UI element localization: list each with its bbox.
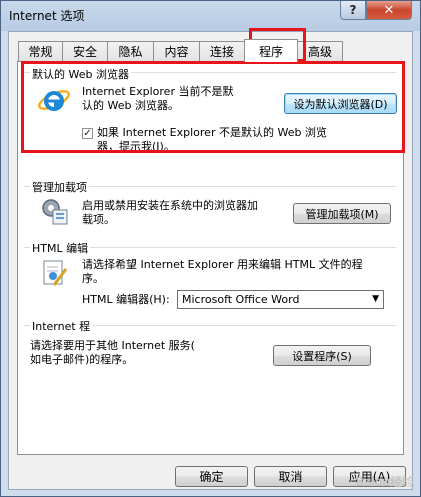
internet-options-window: Internet 选项 ? ✕ 常规 安全 隐私 内容 连接 程序 高级 默认的… xyxy=(0,0,421,497)
tab-label: 程序 xyxy=(258,44,283,59)
manage-addons-button[interactable]: 管理加载项(M) xyxy=(293,203,391,224)
close-icon: ✕ xyxy=(383,2,395,18)
tab-advanced[interactable]: 高级 xyxy=(297,41,343,61)
html-editor-icon xyxy=(43,260,68,286)
dialog-content: 常规 安全 隐私 内容 连接 程序 高级 默认的 Web 浏览器 Interne… xyxy=(8,31,413,490)
tab-label: 安全 xyxy=(72,45,97,59)
prompt-default-checkbox[interactable]: ✓ xyxy=(82,128,93,139)
tab-general[interactable]: 常规 xyxy=(18,41,63,61)
addons-section-title: 管理加载项 xyxy=(30,179,89,195)
internet-programs-description-line1: 请选择要用于其他 Internet 服务( xyxy=(30,339,195,352)
tab-label: 常规 xyxy=(28,45,53,59)
cancel-button[interactable]: 取消 xyxy=(254,466,327,487)
tab-label: 内容 xyxy=(164,45,189,59)
html-editor-selected-value: Microsoft Office Word xyxy=(182,293,300,306)
help-button[interactable]: ? xyxy=(340,1,366,20)
prompt-default-label-line1: 如果 Internet Explorer 不是默认的 Web 浏览 xyxy=(97,126,327,139)
tab-label: 高级 xyxy=(307,45,332,59)
watermark: Baidu经验 xyxy=(355,475,414,489)
tab-privacy[interactable]: 隐私 xyxy=(107,41,154,61)
html-editing-description-line2: 序。 xyxy=(82,272,104,285)
tab-programs[interactable]: 程序 xyxy=(244,39,298,62)
title-bar[interactable]: Internet 选项 ? ✕ xyxy=(1,1,420,31)
tab-security[interactable]: 安全 xyxy=(62,41,108,61)
html-editor-label: HTML 编辑器(H): xyxy=(82,293,170,306)
close-button[interactable]: ✕ xyxy=(366,1,412,20)
html-editor-select[interactable]: Microsoft Office Word ▼ xyxy=(177,290,384,309)
tab-label: 隐私 xyxy=(118,45,143,59)
default-browser-section-title: 默认的 Web 浏览器 xyxy=(30,66,131,82)
internet-programs-description-line2: 如电子邮件)的程序。 xyxy=(30,353,134,366)
prompt-default-label-line2: 器，提示我(I)。 xyxy=(97,140,175,153)
set-programs-button[interactable]: 设置程序(S) xyxy=(273,345,371,366)
addons-description-line2: 载项。 xyxy=(82,213,115,226)
ok-button[interactable]: 确定 xyxy=(175,466,248,487)
html-editing-section-title: HTML 编辑 xyxy=(30,240,91,256)
addons-gear-icon xyxy=(42,199,68,225)
html-editing-description-line1: 请选择希望 Internet Explorer 用来编辑 HTML 文件的程 xyxy=(82,258,363,271)
help-icon: ? xyxy=(349,3,357,17)
set-default-browser-button[interactable]: 设为默认浏览器(D) xyxy=(284,93,397,114)
chevron-down-icon: ▼ xyxy=(372,294,379,304)
default-browser-status-line2: 认的 Web 浏览器。 xyxy=(82,99,179,112)
addons-description-line1: 启用或禁用安装在系统中的浏览器加 xyxy=(82,199,258,212)
window-title: Internet 选项 xyxy=(9,9,85,23)
internet-programs-section-title: Internet 程 xyxy=(30,318,93,334)
programs-panel: 默认的 Web 浏览器 Internet Explorer 当前不是默 认的 W… xyxy=(17,61,404,455)
tab-label: 连接 xyxy=(209,45,234,59)
tab-content[interactable]: 内容 xyxy=(153,41,200,61)
tab-connections[interactable]: 连接 xyxy=(199,41,245,61)
internet-explorer-icon xyxy=(38,90,70,111)
default-browser-status-line1: Internet Explorer 当前不是默 xyxy=(82,85,234,98)
